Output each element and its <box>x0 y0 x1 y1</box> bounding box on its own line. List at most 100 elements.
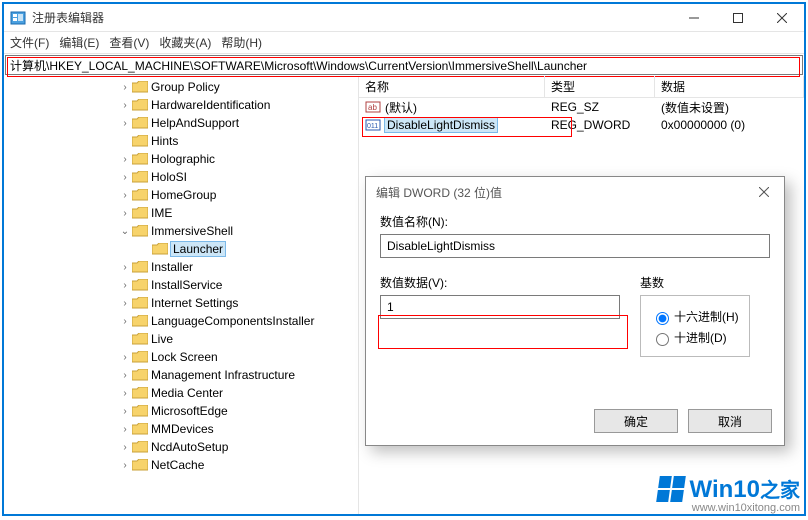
chevron-right-icon[interactable]: › <box>118 424 132 435</box>
value-name-label: 数值名称(N): <box>380 213 770 230</box>
chevron-right-icon[interactable]: › <box>118 370 132 381</box>
tree-item[interactable]: › IME <box>8 204 358 222</box>
chevron-right-icon[interactable]: › <box>118 172 132 183</box>
folder-icon <box>132 441 148 454</box>
tree-item[interactable]: ›InstallService <box>8 276 358 294</box>
tree-item[interactable]: Hints <box>8 132 358 150</box>
value-data: 0x00000000 (0) <box>655 118 804 132</box>
chevron-right-icon[interactable]: › <box>118 316 132 327</box>
chevron-right-icon[interactable]: › <box>118 118 132 129</box>
menu-help[interactable]: 帮助(H) <box>221 34 262 51</box>
radio-dec[interactable]: 十进制(D) <box>651 329 739 346</box>
minimize-button[interactable] <box>672 4 716 32</box>
chevron-right-icon[interactable]: › <box>118 280 132 291</box>
address-bar[interactable]: 计算机\HKEY_LOCAL_MACHINE\SOFTWARE\Microsof… <box>5 55 803 75</box>
value-row[interactable]: 011 DisableLightDismiss REG_DWORD 0x00000… <box>359 116 804 134</box>
chevron-right-icon[interactable]: › <box>118 208 132 219</box>
tree-item-label: ImmersiveShell <box>151 224 233 238</box>
menu-bar: 文件(F) 编辑(E) 查看(V) 收藏夹(A) 帮助(H) <box>4 32 804 54</box>
tree-item[interactable]: Live <box>8 330 358 348</box>
tree-item-label: MicrosoftEdge <box>151 404 228 418</box>
menu-file[interactable]: 文件(F) <box>10 34 49 51</box>
watermark-suffix: 之家 <box>760 480 800 502</box>
svg-text:ab: ab <box>368 103 377 112</box>
edit-dword-dialog: 编辑 DWORD (32 位)值 数值名称(N): 数值数据(V): 基数 <box>365 176 785 446</box>
value-name-input[interactable] <box>380 234 770 258</box>
value-data-input[interactable] <box>380 295 620 319</box>
tree-view[interactable]: › Group Policy › HardwareIdentification › Hel… <box>4 76 359 514</box>
tree-item[interactable]: ›NcdAutoSetup <box>8 438 358 456</box>
tree-item[interactable]: › Internet Settings <box>8 294 358 312</box>
folder-icon <box>132 405 148 418</box>
tree-item[interactable]: ›LanguageComponentsInstaller <box>8 312 358 330</box>
tree-item[interactable]: ›HomeGroup <box>8 186 358 204</box>
value-row[interactable]: ab(默认) REG_SZ (数值未设置) <box>359 98 804 116</box>
chevron-right-icon[interactable]: › <box>118 82 132 93</box>
folder-icon <box>132 351 148 364</box>
menu-favorites[interactable]: 收藏夹(A) <box>159 34 211 51</box>
value-name: DisableLightDismiss <box>385 118 497 132</box>
tree-item[interactable]: › Group Policy <box>8 78 358 96</box>
chevron-right-icon[interactable]: › <box>118 100 132 111</box>
chevron-right-icon[interactable]: › <box>118 406 132 417</box>
tree-item-label: NetCache <box>151 458 204 472</box>
svg-text:011: 011 <box>367 123 378 130</box>
chevron-down-icon[interactable]: ⌄ <box>118 226 132 237</box>
tree-item[interactable]: › HardwareIdentification <box>8 96 358 114</box>
tree-item[interactable]: › NetCache <box>8 456 358 474</box>
folder-icon <box>132 117 148 130</box>
menu-view[interactable]: 查看(V) <box>109 34 149 51</box>
chevron-right-icon[interactable]: › <box>118 352 132 363</box>
tree-item[interactable]: › HelpAndSupport <box>8 114 358 132</box>
tree-item[interactable]: › MicrosoftEdge <box>8 402 358 420</box>
chevron-right-icon[interactable]: › <box>118 388 132 399</box>
folder-icon <box>132 99 148 112</box>
dialog-close-button[interactable] <box>744 177 784 207</box>
tree-item-label: Live <box>151 332 173 346</box>
cancel-button[interactable]: 取消 <box>688 409 772 433</box>
col-type[interactable]: 类型 <box>545 76 655 98</box>
tree-item-label: IME <box>151 206 172 220</box>
tree-item[interactable]: ›Media Center <box>8 384 358 402</box>
tree-item[interactable]: › Management Infrastructure <box>8 366 358 384</box>
folder-icon <box>132 423 148 436</box>
watermark-url: www.win10xitong.com <box>658 502 800 514</box>
tree-item[interactable]: › Installer <box>8 258 358 276</box>
value-type: REG_DWORD <box>545 118 655 132</box>
chevron-right-icon[interactable]: › <box>118 190 132 201</box>
chevron-right-icon[interactable]: › <box>118 262 132 273</box>
tree-item[interactable]: ›Lock Screen <box>8 348 358 366</box>
folder-icon <box>132 315 148 328</box>
tree-item-label: HelpAndSupport <box>151 116 239 130</box>
close-button[interactable] <box>760 4 804 32</box>
folder-icon <box>132 171 148 184</box>
folder-icon <box>132 279 148 292</box>
col-data[interactable]: 数据 <box>655 76 804 98</box>
folder-icon <box>132 153 148 166</box>
tree-item[interactable]: Launcher <box>8 240 358 258</box>
tree-item[interactable]: ›Holographic <box>8 150 358 168</box>
watermark-brand: Win10 <box>690 476 760 503</box>
chevron-right-icon[interactable]: › <box>118 154 132 165</box>
radio-hex[interactable]: 十六进制(H) <box>651 308 739 325</box>
folder-icon <box>132 261 148 274</box>
tree-item-label: HardwareIdentification <box>151 98 270 112</box>
folder-icon <box>132 135 148 148</box>
value-type: REG_SZ <box>545 100 655 114</box>
tree-item[interactable]: › MMDevices <box>8 420 358 438</box>
folder-icon <box>152 243 168 256</box>
chevron-right-icon[interactable]: › <box>118 298 132 309</box>
tree-item-label: MMDevices <box>151 422 214 436</box>
tree-item-label: Group Policy <box>151 80 220 94</box>
tree-item-label: Management Infrastructure <box>151 368 295 382</box>
chevron-right-icon[interactable]: › <box>118 442 132 453</box>
col-name[interactable]: 名称 <box>359 76 545 98</box>
tree-item[interactable]: ⌄ ImmersiveShell <box>8 222 358 240</box>
ok-button[interactable]: 确定 <box>594 409 678 433</box>
tree-item-label: Installer <box>151 260 193 274</box>
chevron-right-icon[interactable]: › <box>118 460 132 471</box>
tree-item[interactable]: ›HoloSI <box>8 168 358 186</box>
tree-item-label: Internet Settings <box>151 296 238 310</box>
maximize-button[interactable] <box>716 4 760 32</box>
menu-edit[interactable]: 编辑(E) <box>59 34 99 51</box>
